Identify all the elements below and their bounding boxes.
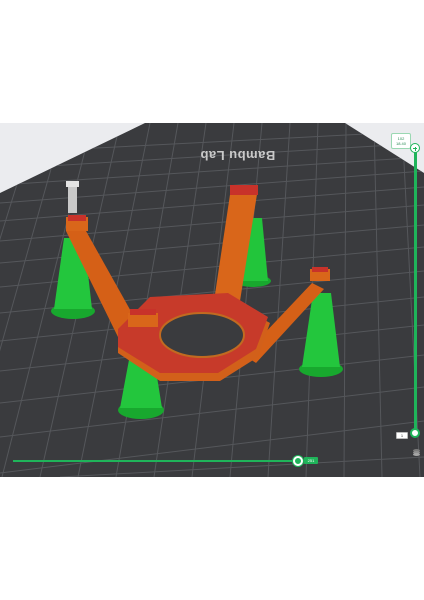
print-preview-scene[interactable] (0, 123, 424, 477)
layers-icon[interactable] (412, 448, 421, 457)
plate-brand-label: Bambu Lab (200, 148, 276, 163)
plus-icon[interactable] (410, 143, 420, 153)
move-slider-track[interactable] (13, 460, 298, 462)
move-slider-value: 251 (304, 457, 318, 464)
layer-bottom-badge: 1 (396, 432, 408, 439)
layer-slider-track[interactable] (414, 149, 417, 435)
move-slider-handle[interactable] (293, 456, 303, 466)
layer-top-height: 18.40 (395, 141, 406, 146)
layer-top-badge: 102 18.40 (391, 133, 411, 149)
layer-slider-bottom-handle[interactable] (410, 428, 420, 438)
3d-viewport[interactable]: Bambu Lab 102 18.40 1 251 (0, 123, 424, 477)
